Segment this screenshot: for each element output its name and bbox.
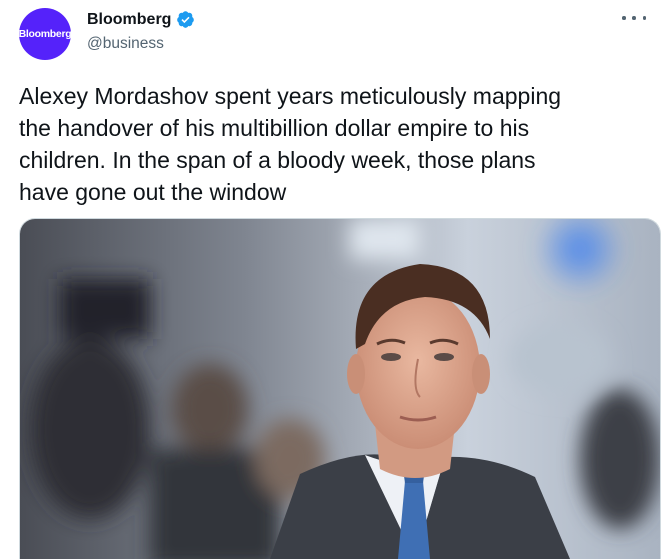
author-display-name[interactable]: Bloomberg: [87, 11, 171, 29]
tweet-photo[interactable]: [19, 218, 661, 559]
tweet-text: Alexey Mordashov spent years meticulousl…: [19, 83, 562, 205]
author-name-row: Bloomberg: [87, 10, 195, 29]
avatar[interactable]: Bloomberg: [18, 8, 72, 60]
author-handle[interactable]: @business: [87, 35, 164, 53]
verified-badge-icon: [176, 10, 195, 29]
more-options-icon[interactable]: [622, 10, 646, 26]
avatar-logo-text: Bloomberg: [18, 28, 72, 40]
